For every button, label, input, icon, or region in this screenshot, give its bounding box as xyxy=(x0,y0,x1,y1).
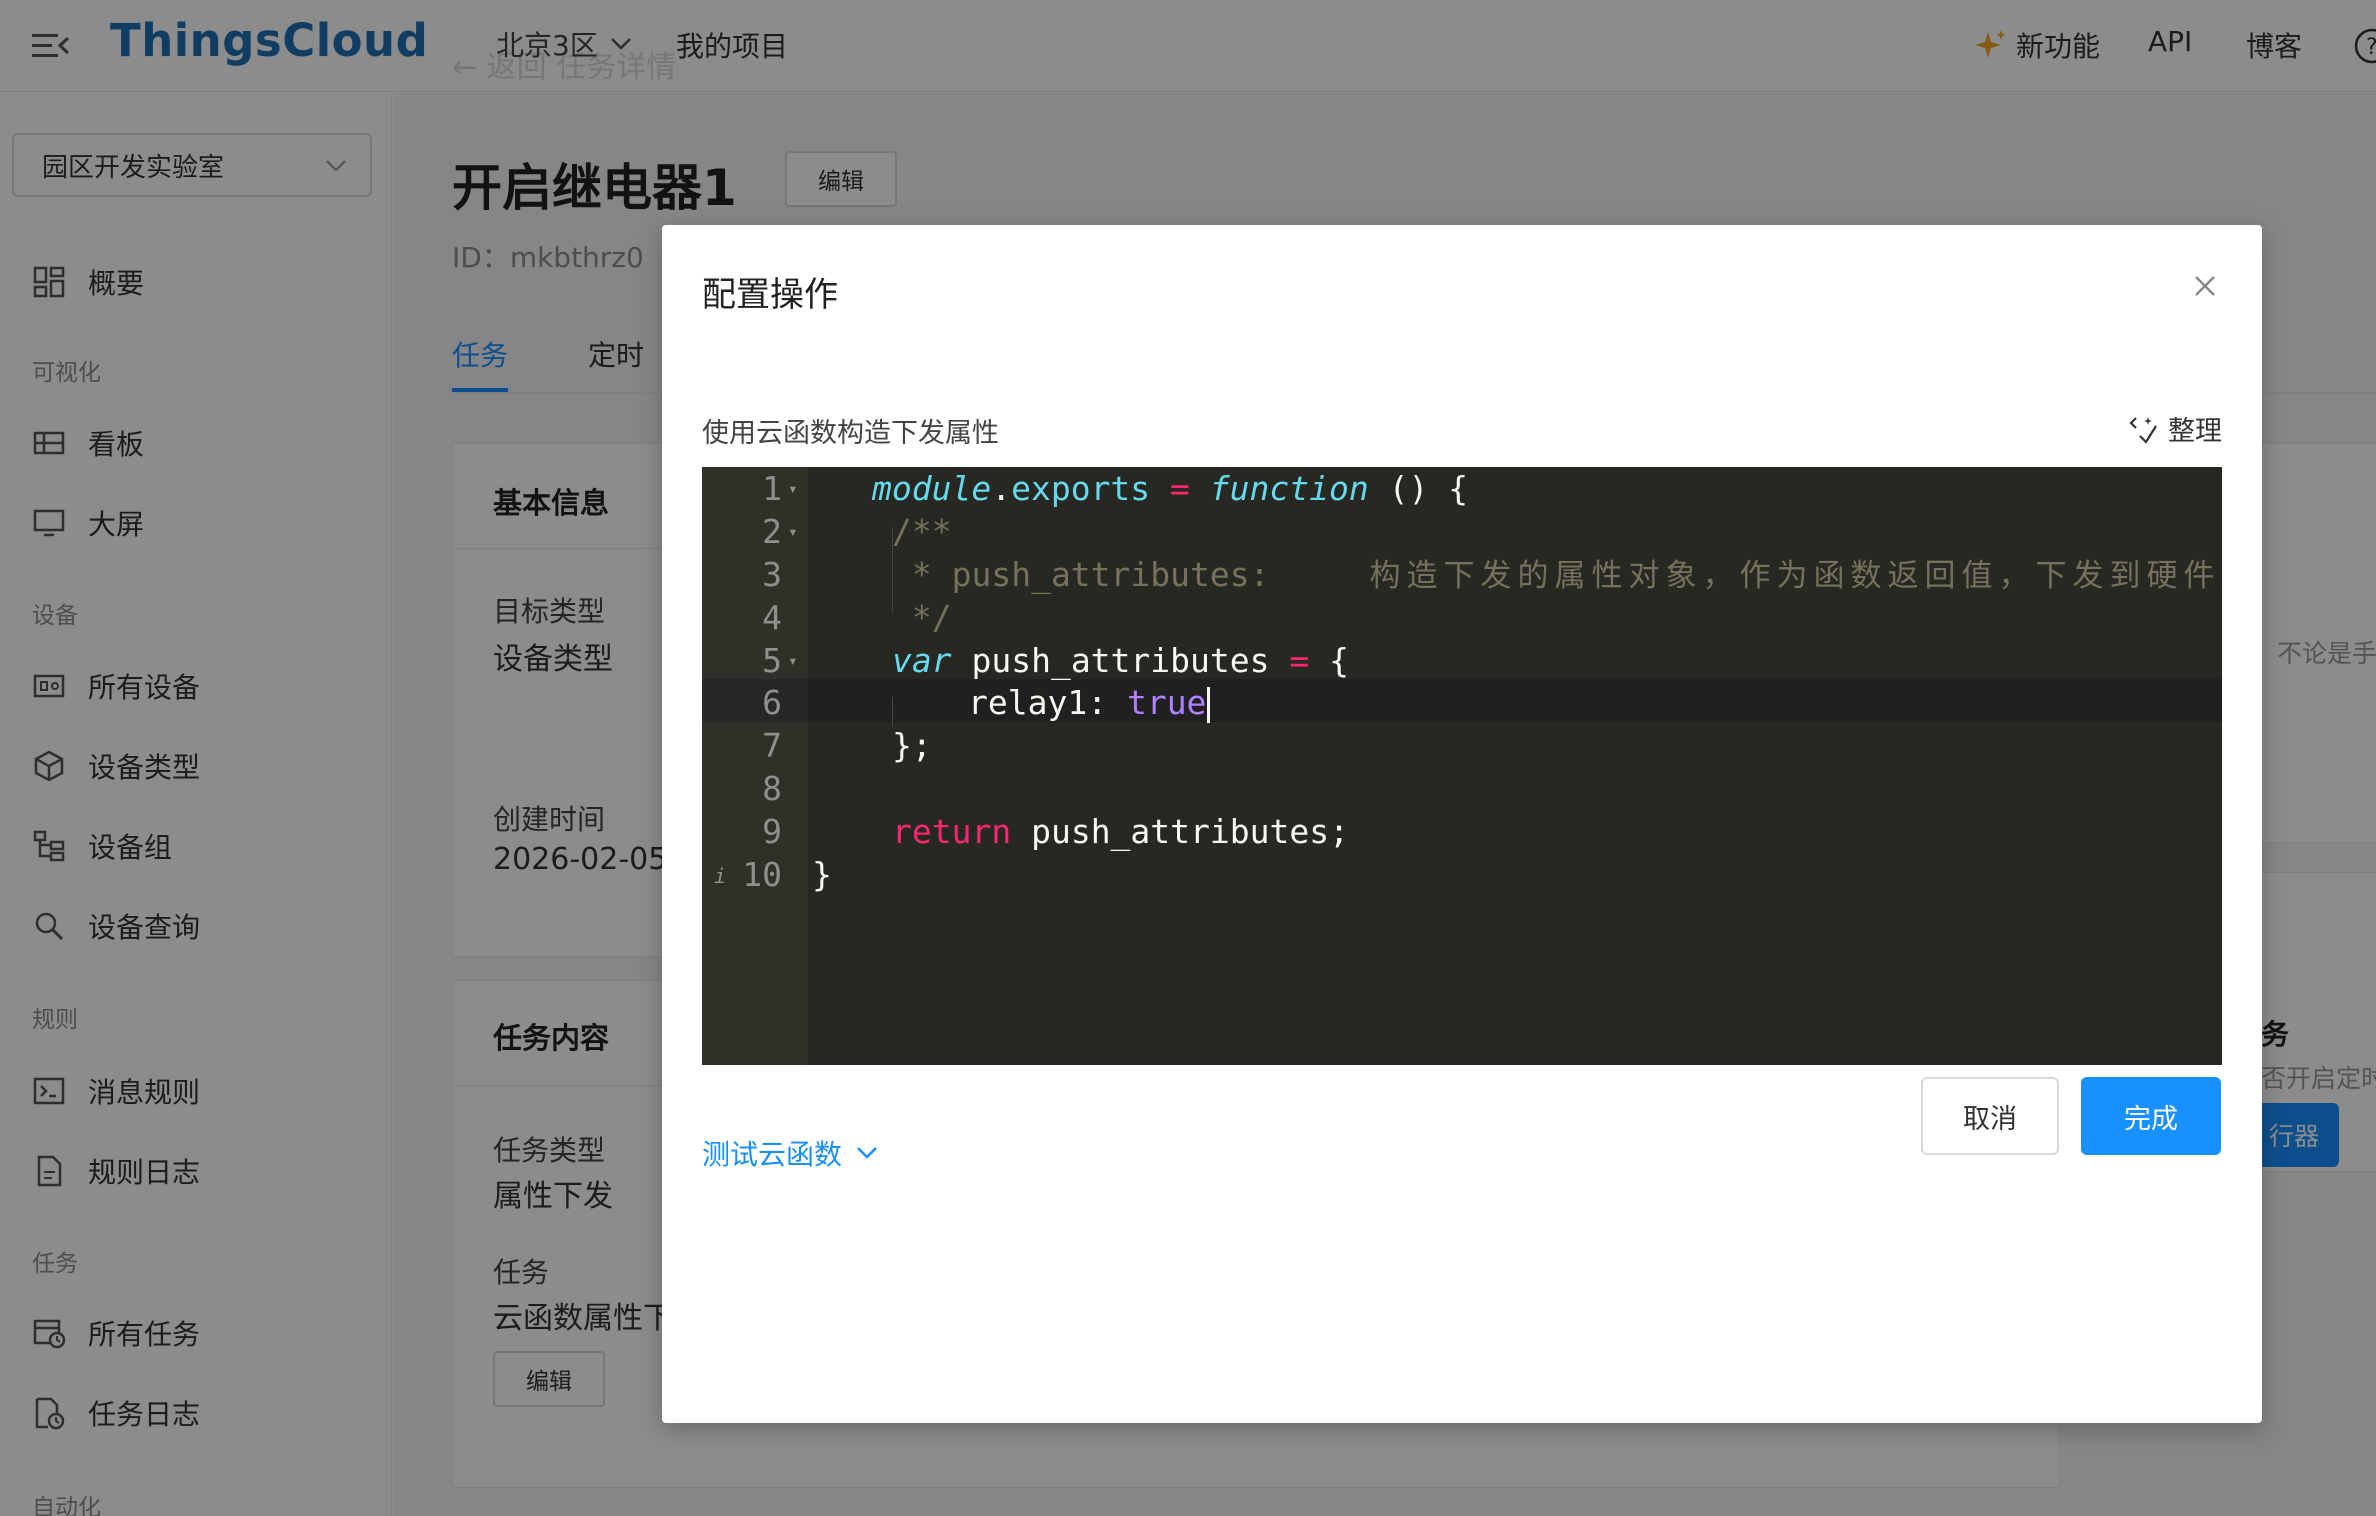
code-token: { xyxy=(1309,641,1349,680)
code-token: relay1: xyxy=(968,683,1127,722)
line-number: 4 xyxy=(762,598,782,637)
code-token: exports xyxy=(1011,469,1151,508)
line-number: 6 xyxy=(762,683,782,722)
tidy-label: 整理 xyxy=(2168,416,2222,447)
magic-wand-icon xyxy=(2129,416,2157,444)
code-token: function xyxy=(1209,469,1369,508)
line-number: 9 xyxy=(762,812,782,851)
done-button[interactable]: 完成 xyxy=(2081,1077,2221,1155)
code-token: * push_attributes: xyxy=(892,555,1270,594)
info-annotation-icon: i xyxy=(714,864,727,888)
code-token: () { xyxy=(1368,469,1469,508)
code-token: return xyxy=(892,812,1012,851)
line-number: 7 xyxy=(762,726,782,765)
code-token: var xyxy=(892,641,952,680)
active-line-highlight xyxy=(702,679,2222,722)
code-token: . xyxy=(991,469,1012,508)
fold-arrow-icon[interactable]: ▾ xyxy=(788,639,798,682)
code-token: true xyxy=(1126,683,1207,722)
code-editor[interactable]: 1 2 3 4 5 6 7 8 9 10 ▾ ▾ ▾ i module.expo… xyxy=(702,467,2222,1065)
cancel-button[interactable]: 取消 xyxy=(1921,1077,2059,1155)
code-line-7: }; xyxy=(892,726,932,765)
section-label: 使用云函数构造下发属性 xyxy=(702,418,999,449)
line-number: 5 xyxy=(762,641,782,680)
code-line-1: module.exports = function () { xyxy=(872,467,1468,510)
line-number: 1 xyxy=(762,469,782,508)
code-token: = xyxy=(1150,469,1210,508)
code-token: module xyxy=(872,469,992,508)
text-caret xyxy=(1207,686,1211,723)
fold-arrow-icon[interactable]: ▾ xyxy=(788,467,798,510)
code-line-4: */ xyxy=(892,598,952,637)
fold-arrow-icon[interactable]: ▾ xyxy=(788,510,798,553)
format-code-button[interactable]: 整理 xyxy=(2128,409,2222,448)
line-number: 3 xyxy=(762,555,782,594)
test-link-label: 测试云函数 xyxy=(702,1138,843,1171)
modal-title: 配置操作 xyxy=(702,275,838,315)
code-token: push_attributes; xyxy=(1011,812,1349,851)
code-token: push_attributes xyxy=(951,641,1290,680)
indent-guide xyxy=(892,697,893,727)
config-action-modal: 配置操作 使用云函数构造下发属性 整理 1 2 3 4 5 6 7 8 9 10… xyxy=(662,225,2262,1423)
code-token: 构造下发的属性对象，作为函数返回值，下发到硬件 xyxy=(1369,558,2221,594)
line-number: 2 xyxy=(762,512,782,551)
chevron-down-icon xyxy=(857,1147,877,1159)
code-line-3: * push_attributes: 构造下发的属性对象，作为函数返回值，下发到硬… xyxy=(892,553,2221,598)
code-line-9: return push_attributes; xyxy=(892,810,1349,853)
test-function-toggle[interactable]: 测试云函数 xyxy=(702,1133,878,1173)
code-line-2: /** xyxy=(892,512,952,551)
code-line-6: relay1: true xyxy=(968,681,1211,724)
line-number: 8 xyxy=(762,769,782,808)
close-icon[interactable] xyxy=(2188,269,2222,303)
code-line-5: var push_attributes = { xyxy=(892,639,1349,682)
code-line-10: } xyxy=(812,855,832,894)
code-token: = xyxy=(1289,641,1310,680)
